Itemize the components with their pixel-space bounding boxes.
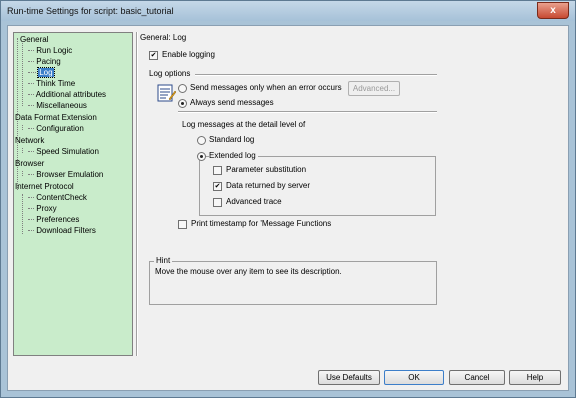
advanced-button[interactable]: Advanced... [348,81,400,96]
tree-connector-stub [28,105,34,107]
hint-box: Move the mouse over any item to see its … [149,261,437,305]
tree-item-configuration[interactable]: Configuration [28,124,84,134]
tree-item-label: Additional attributes [35,90,107,99]
close-button[interactable]: x [537,2,569,19]
tree-connector-internet [22,194,23,234]
log-options-separator [195,74,437,76]
tree-item-miscellaneous[interactable]: Miscellaneous [28,101,87,111]
tree-connector-network [22,148,23,153]
tree-item-proxy[interactable]: Proxy [28,204,57,214]
window-title: Run-time Settings for script: basic_tuto… [7,6,174,16]
tree-item-label: General [20,35,49,44]
tree-item-label: Pacing [36,57,61,66]
tree-item-log[interactable]: Log [28,67,55,78]
standard-log-radio[interactable] [197,136,206,145]
tree-item-label: Miscellaneous [36,101,87,110]
always-send-label: Always send messages [190,98,274,107]
use-defaults-button[interactable]: Use Defaults [318,370,380,385]
tree-connector-stub [28,230,34,232]
parameter-substitution-checkbox[interactable] [213,166,222,175]
tree-item-content-check[interactable]: ContentCheck [28,193,87,203]
parameter-substitution-label: Parameter substitution [226,165,307,174]
tree-item-label: Data Format Extension [15,113,97,122]
tree-item-label: Think Time [36,79,76,88]
tree-connector-stub [28,174,34,176]
advanced-trace-checkbox[interactable] [213,198,222,207]
tree-item-label: Preferences [36,215,80,224]
tree-connector-stub [28,197,34,199]
tree-connector-stub [28,50,34,52]
tree-connector-stub [28,219,34,221]
advanced-trace-label: Advanced trace [226,197,282,206]
tree-item-label: Run Logic [36,46,73,55]
tree-item-pacing[interactable]: Pacing [28,57,61,67]
tree-item-preferences[interactable]: Preferences [28,215,79,225]
tree-item-download-filters[interactable]: Download Filters [28,226,96,236]
tree-item-label: Browser [15,159,45,168]
tree-item-label: Browser Emulation [36,170,104,179]
help-button[interactable]: Help [509,370,561,385]
ok-button[interactable]: OK [384,370,444,385]
tree-item-general[interactable]: General [20,35,48,45]
tree-item-label: Proxy [36,204,57,213]
tree-connector-general [22,43,23,106]
panel-divider [136,32,138,356]
title-bar[interactable]: Run-time Settings for script: basic_tuto… [1,1,575,21]
tree-connector-stub [28,61,34,63]
tree-connector-stub [28,128,34,130]
tree-item-additional-attributes[interactable]: Additional attributes [28,90,106,100]
tree-item-internet-protocol[interactable]: Internet Protocol [15,182,74,192]
tree-connector-stub [28,72,36,74]
tree-item-run-logic[interactable]: Run Logic [28,46,72,56]
dialog-client-area: General Run Logic Pacing Log Think Time … [7,25,569,391]
tree-item-label: ContentCheck [36,193,87,202]
tree-item-speed-simulation[interactable]: Speed Simulation [28,147,99,157]
log-options-title: Log options [149,69,191,78]
send-on-error-label: Send messages only when an error occurs [190,83,342,92]
always-send-radio[interactable] [178,99,187,108]
hint-text: Move the mouse over any item to see its … [155,267,342,276]
print-timestamp-checkbox[interactable] [178,220,187,229]
tree-item-label: Download Filters [36,226,96,235]
cancel-button[interactable]: Cancel [449,370,505,385]
tree-item-think-time[interactable]: Think Time [28,79,75,89]
tree-item-network[interactable]: Network [15,136,44,146]
tree-item-label: Configuration [36,124,84,133]
section-title: General: Log [140,33,187,42]
enable-logging-label: Enable logging [162,50,215,59]
extended-log-label: Extended log [209,151,258,161]
send-on-error-radio[interactable] [178,84,187,93]
data-returned-label: Data returned by server [226,181,311,190]
tree-connector-data-format [22,125,23,130]
extended-log-radio[interactable] [197,152,206,161]
tree-item-label: Internet Protocol [15,182,74,191]
hint-title: Hint [154,256,173,265]
tree-item-browser-emulation[interactable]: Browser Emulation [28,170,103,180]
settings-tree[interactable]: General Run Logic Pacing Log Think Time … [13,32,133,356]
tree-item-data-format-extension[interactable]: Data Format Extension [15,113,97,123]
tree-item-label: Log [37,67,55,78]
tree-connector-stub [28,208,34,210]
tree-connector-stub [28,151,34,153]
tree-item-label: Network [15,136,45,145]
tree-connector-browser [22,171,23,176]
print-timestamp-label: Print timestamp for 'Message Functions [191,219,332,228]
tree-item-label: Speed Simulation [36,147,99,156]
standard-log-label: Standard log [209,135,255,144]
tree-item-browser[interactable]: Browser [15,159,44,169]
data-returned-checkbox[interactable]: ✔ [213,182,222,191]
detail-level-separator [178,111,437,113]
tree-connector-stub [28,94,34,96]
log-notepad-icon [157,84,176,102]
tree-connector-stub [28,83,34,85]
detail-level-title: Log messages at the detail level of [182,120,306,129]
run-time-settings-window: Run-time Settings for script: basic_tuto… [0,0,576,398]
enable-logging-checkbox[interactable]: ✔ [149,51,158,60]
